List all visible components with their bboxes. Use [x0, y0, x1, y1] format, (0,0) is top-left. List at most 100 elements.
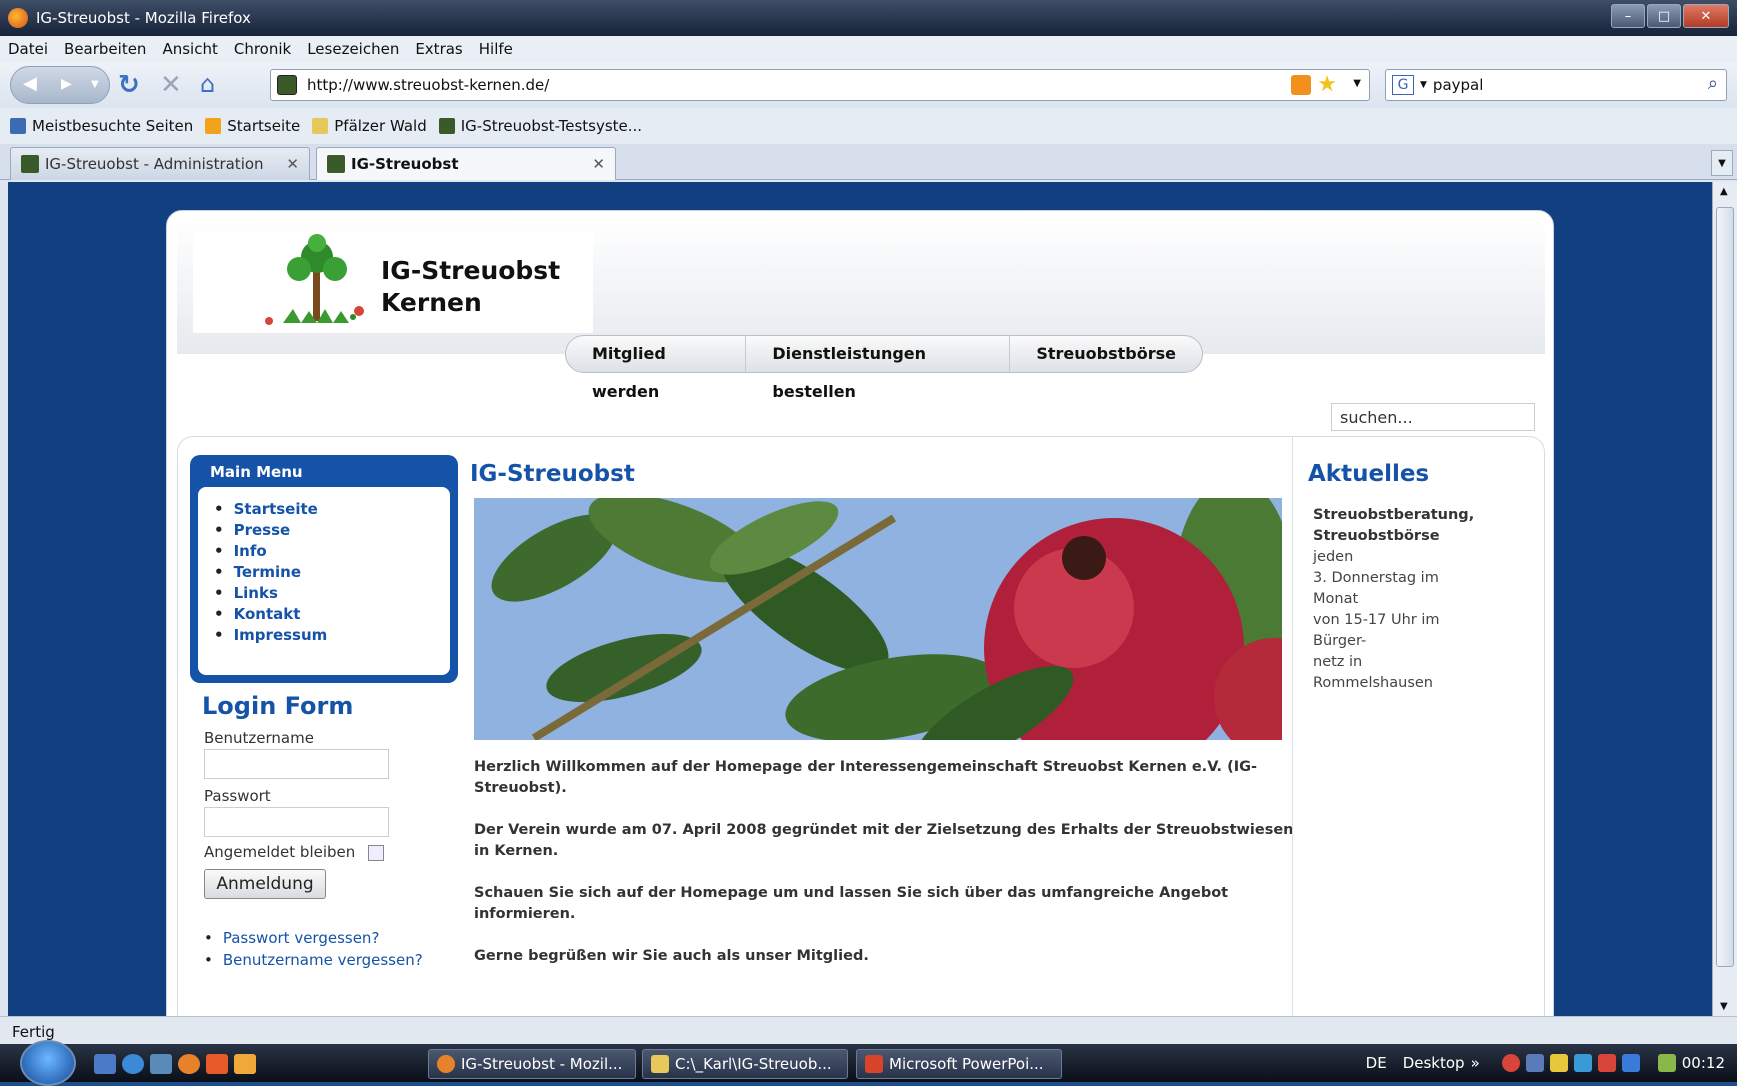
back-arrow-icon[interactable]: ◀: [23, 73, 37, 94]
site-logo[interactable]: IG-Streuobst Kernen: [193, 231, 593, 333]
nav-mitglied-werden[interactable]: Mitglied werden: [566, 335, 747, 401]
close-tab-icon[interactable]: ✕: [592, 155, 605, 173]
history-dropdown-icon[interactable]: ▼: [91, 79, 99, 90]
tab-list-dropdown[interactable]: ▼: [1711, 150, 1733, 176]
tab-ig-streuobst[interactable]: IG-Streuobst ✕: [316, 147, 616, 180]
rss-feed-icon[interactable]: [1291, 75, 1311, 95]
bookmark-label: Pfälzer Wald: [334, 117, 427, 135]
bookmark-pfaelzer-wald[interactable]: Pfälzer Wald: [312, 117, 427, 135]
bookmark-most-visited[interactable]: Meistbesuchte Seiten: [10, 117, 193, 135]
search-input[interactable]: paypal: [1433, 76, 1483, 94]
menu-link-kontakt[interactable]: Kontakt: [214, 604, 450, 625]
vertical-scrollbar[interactable]: ▲ ▼: [1712, 182, 1737, 1016]
tab-bar: IG-Streuobst - Administration ✕ IG-Streu…: [0, 144, 1737, 180]
antivirus-icon[interactable]: [1501, 1054, 1520, 1072]
menu-link-links[interactable]: Links: [214, 583, 450, 604]
desktop-toolbar[interactable]: Desktop: [1403, 1054, 1465, 1072]
close-window-button[interactable]: ✕: [1683, 4, 1729, 28]
password-field[interactable]: [204, 807, 389, 837]
site-header: IG-Streuobst Kernen: [177, 219, 1545, 354]
clock[interactable]: 00:12: [1682, 1054, 1725, 1072]
news-line: von 15-17 Uhr im: [1313, 612, 1440, 628]
google-icon[interactable]: G: [1392, 75, 1414, 95]
display-icon[interactable]: [1621, 1054, 1640, 1072]
menu-link-presse[interactable]: Presse: [214, 520, 450, 541]
bookmark-startseite[interactable]: Startseite: [205, 117, 300, 135]
remember-label: Angemeldet bleiben: [204, 843, 356, 861]
system-tray: DE Desktop » 00:12: [1366, 1044, 1737, 1082]
username-field[interactable]: [204, 749, 389, 779]
search-bar[interactable]: G ▼ paypal ⌕: [1385, 69, 1727, 101]
toolbar-chevron[interactable]: »: [1471, 1054, 1480, 1072]
update-icon[interactable]: [1597, 1054, 1616, 1072]
menu-chronik[interactable]: Chronik: [234, 40, 291, 58]
content-area: Main Menu Startseite Presse Info Termine…: [177, 436, 1545, 1016]
menu-extras[interactable]: Extras: [415, 40, 462, 58]
site-favicon: [277, 75, 297, 95]
taskbar-firefox[interactable]: IG-Streuobst - Mozil...: [428, 1049, 636, 1079]
firefox-quicklaunch-icon[interactable]: [178, 1054, 200, 1074]
url-dropdown-icon[interactable]: ▼: [1353, 78, 1361, 89]
site-page: IG-Streuobst Kernen Mitglied werden Dien…: [166, 210, 1554, 1016]
menu-hilfe[interactable]: Hilfe: [479, 40, 513, 58]
taskbar-explorer[interactable]: C:\_Karl\IG-Streuob...: [642, 1049, 848, 1079]
minimize-button[interactable]: –: [1611, 4, 1645, 28]
taskbar-label: IG-Streuobst - Mozil...: [461, 1055, 623, 1073]
stop-icon[interactable]: ✕: [160, 70, 182, 100]
scroll-up-icon[interactable]: ▲: [1720, 186, 1728, 197]
taskbar-label: C:\_Karl\IG-Streuob...: [675, 1055, 832, 1073]
menu-datei[interactable]: Datei: [8, 40, 48, 58]
language-indicator[interactable]: DE: [1366, 1054, 1387, 1072]
app-quicklaunch-icon[interactable]: [234, 1054, 256, 1074]
url-bar[interactable]: http://www.streuobst-kernen.de/ ★ ▼: [270, 69, 1370, 101]
menu-link-impressum[interactable]: Impressum: [214, 625, 450, 646]
network-icon[interactable]: [1525, 1054, 1544, 1072]
news-line: netz in: [1313, 654, 1363, 670]
menu-link-startseite[interactable]: Startseite: [214, 499, 450, 520]
page-viewport: IG-Streuobst Kernen Mitglied werden Dien…: [8, 182, 1712, 1016]
remember-checkbox[interactable]: [368, 845, 384, 861]
menu-lesezeichen[interactable]: Lesezeichen: [307, 40, 399, 58]
menu-bearbeiten[interactable]: Bearbeiten: [64, 40, 146, 58]
search-icon[interactable]: ⌕: [1708, 73, 1718, 94]
engine-dropdown-icon[interactable]: ▼: [1420, 80, 1427, 90]
apple-branch-image: [474, 498, 1282, 740]
close-tab-icon[interactable]: ✕: [286, 155, 299, 173]
scroll-down-icon[interactable]: ▼: [1720, 1001, 1728, 1012]
top-navigation: Mitglied werden Dienstleistungen bestell…: [565, 335, 1203, 401]
nav-streuobstboerse[interactable]: Streuobstbörse: [1010, 335, 1202, 373]
bookmark-ig-streuobst-test[interactable]: IG-Streuobst-Testsyste...: [438, 117, 642, 135]
back-forward-buttons[interactable]: ◀ ▶ ▼: [10, 66, 110, 104]
start-button[interactable]: [20, 1040, 76, 1086]
browser-window: IG-Streuobst - Mozilla Firefox – □ ✕ Dat…: [0, 0, 1737, 1086]
tab-administration[interactable]: IG-Streuobst - Administration ✕: [10, 147, 310, 180]
news-box: Streuobstberatung, Streuobstbörse jeden …: [1313, 505, 1474, 694]
switch-windows-icon[interactable]: [150, 1054, 172, 1074]
forgot-password-link[interactable]: Passwort vergessen?: [204, 927, 423, 949]
show-desktop-icon[interactable]: [94, 1054, 116, 1074]
url-text[interactable]: http://www.streuobst-kernen.de/: [307, 76, 549, 94]
taskbar-powerpoint[interactable]: Microsoft PowerPoi...: [856, 1049, 1062, 1079]
menu-link-info[interactable]: Info: [214, 541, 450, 562]
shield-icon[interactable]: [1549, 1054, 1568, 1072]
reload-icon[interactable]: ↻: [118, 70, 140, 100]
menu-ansicht[interactable]: Ansicht: [162, 40, 217, 58]
news-line: 3. Donnerstag im: [1313, 570, 1439, 586]
scrollbar-thumb[interactable]: [1716, 207, 1734, 967]
forward-arrow-icon[interactable]: ▶: [61, 76, 72, 92]
apple-photo: [474, 498, 1282, 740]
news-line: Monat: [1313, 591, 1359, 607]
login-button[interactable]: Anmeldung: [204, 869, 326, 899]
powerpoint-quicklaunch-icon[interactable]: [206, 1054, 228, 1074]
forgot-username-link[interactable]: Benutzername vergessen?: [204, 949, 423, 971]
nav-dienstleistungen[interactable]: Dienstleistungen bestellen: [746, 335, 1011, 401]
bluetooth-icon[interactable]: [1573, 1054, 1592, 1072]
home-icon[interactable]: ⌂: [200, 70, 215, 98]
site-search-input[interactable]: suchen...: [1331, 403, 1535, 431]
rss-icon: [205, 118, 222, 134]
volume-icon[interactable]: [1657, 1054, 1676, 1072]
internet-explorer-icon[interactable]: [122, 1054, 144, 1074]
bookmark-star-icon[interactable]: ★: [1317, 72, 1337, 97]
menu-link-termine[interactable]: Termine: [214, 562, 450, 583]
maximize-button[interactable]: □: [1647, 4, 1681, 28]
